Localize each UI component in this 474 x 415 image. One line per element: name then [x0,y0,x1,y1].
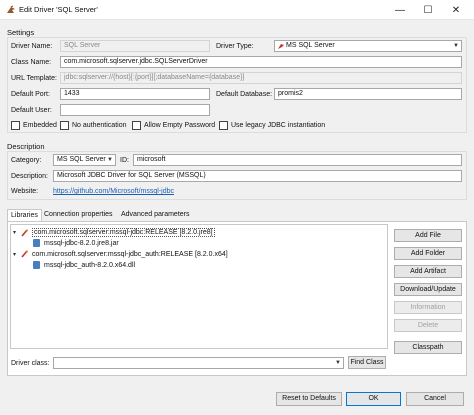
no-authentication-checkbox-label: No authentication [72,122,127,129]
category-label: Category: [11,157,42,164]
delete-button[interactable]: Delete [394,319,462,332]
find-class-button-label: Find Class [350,359,384,366]
driver-class-select[interactable]: ▼ [53,357,344,369]
information-button[interactable]: Information [394,301,462,314]
maven-artifact-icon [21,228,28,237]
maximize-icon: ☐ [423,4,433,16]
default-port-label: Default Port: [11,91,50,98]
legacy-jdbc-checkbox-box[interactable] [219,121,228,130]
minimize-icon: — [395,4,405,16]
no-authentication-checkbox-box[interactable] [60,121,69,130]
description-label: Description: [11,173,48,180]
classpath-button-label: Classpath [412,344,444,351]
download-update-button[interactable]: Download/Update [394,283,462,296]
class-name-field[interactable]: com.microsoft.sqlserver.jdbc.SQLServerDr… [60,56,462,68]
embedded-checkbox-box[interactable] [11,121,20,130]
tab-advanced-parameters[interactable]: Advanced parameters [118,209,192,221]
minimize-button[interactable]: — [386,0,414,20]
reset-button-label: Reset to Defaults [282,395,336,402]
tab-connection-properties[interactable]: Connection properties [41,209,116,221]
tree-row[interactable]: mssql-jdbc-8.2.0.jre8.jar [33,239,119,247]
driver-type-label: Driver Type: [216,43,254,50]
chevron-down-icon: ▼ [453,43,459,49]
close-button[interactable]: ✕ [442,0,470,20]
cancel-button[interactable]: Cancel [406,392,464,406]
tree-row[interactable]: ▾ com.microsoft.sqlserver:mssql-jdbc:REL… [13,228,215,237]
chevron-down-icon: ▼ [335,360,341,366]
driver-type-value: MS SQL Server [286,42,335,49]
delete-button-label: Delete [417,322,439,329]
jar-file-icon [33,239,40,247]
category-value: MS SQL Server [57,156,106,163]
title-bar: Edit Driver 'SQL Server' — ☐ ✕ [0,0,474,20]
driver-name-field[interactable]: SQL Server [60,40,210,52]
default-port-field[interactable]: 1433 [60,88,210,100]
libraries-tree[interactable]: ▾ com.microsoft.sqlserver:mssql-jdbc:REL… [10,224,388,349]
information-button-label: Information [410,304,446,311]
ok-button[interactable]: OK [346,392,401,406]
library-name: com.microsoft.sqlserver:mssql-jdbc_auth:… [32,250,228,258]
classpath-button[interactable]: Classpath [394,341,462,354]
id-field[interactable]: microsoft [133,154,462,166]
sqlserver-icon [278,44,284,49]
legacy-jdbc-checkbox-label: Use legacy JDBC instantiation [231,122,326,129]
cancel-button-label: Cancel [424,395,446,402]
collapse-icon[interactable]: ▾ [13,251,21,258]
website-label: Website: [11,188,39,195]
chevron-down-icon: ▼ [107,157,113,163]
find-class-button[interactable]: Find Class [348,356,386,369]
legacy-jdbc-checkbox[interactable]: Use legacy JDBC instantiation [219,121,325,130]
library-file-name: mssql-jdbc-8.2.0.jre8.jar [44,239,119,247]
maven-artifact-icon [21,250,28,258]
add-file-button-label: Add File [415,232,441,239]
embedded-checkbox[interactable]: Embedded [11,121,57,130]
maximize-button[interactable]: ☐ [414,0,442,20]
reset-to-defaults-button[interactable]: Reset to Defaults [276,392,342,406]
allow-empty-password-checkbox-label: Allow Empty Password [144,122,216,129]
driver-name-label: Driver Name: [11,43,53,50]
default-user-label: Default User: [11,107,52,114]
download-update-button-label: Download/Update [400,286,456,293]
settings-section-label: Settings [7,28,35,37]
no-authentication-checkbox[interactable]: No authentication [60,121,126,130]
allow-empty-password-checkbox[interactable]: Allow Empty Password [132,121,215,130]
add-artifact-button-label: Add Artifact [410,268,446,275]
description-section-label: Description [7,142,45,151]
default-database-field[interactable]: promis2 [274,88,462,100]
close-icon: ✕ [451,4,461,16]
description-field[interactable]: Microsoft JDBC Driver for SQL Server (MS… [53,170,462,182]
add-file-button[interactable]: Add File [394,229,462,242]
category-select[interactable]: MS SQL Server ▼ [53,154,116,166]
default-database-label: Default Database: [216,91,273,98]
window-title: Edit Driver 'SQL Server' [19,5,98,14]
driver-class-label: Driver class: [11,360,50,367]
dbeaver-logo-icon [7,5,15,13]
library-name: com.microsoft.sqlserver:mssql-jdbc:RELEA… [32,228,215,237]
ok-button-label: OK [368,395,379,402]
embedded-checkbox-label: Embedded [23,122,57,129]
collapse-icon[interactable]: ▾ [13,229,21,236]
dll-file-icon [33,261,40,269]
url-template-label: URL Template: [11,75,57,82]
tree-row[interactable]: mssql-jdbc_auth-8.2.0.x64.dll [33,261,135,269]
driver-type-select[interactable]: MS SQL Server ▼ [274,40,462,52]
website-link[interactable]: https://github.com/Microsoft/mssql-jdbc [53,188,174,195]
class-name-label: Class Name: [11,59,52,66]
add-folder-button-label: Add Folder [410,250,446,257]
default-user-field[interactable] [60,104,210,116]
tree-row[interactable]: ▾ com.microsoft.sqlserver:mssql-jdbc_aut… [13,250,228,258]
url-template-field[interactable]: jdbc:sqlserver://{host}[:{port}][;databa… [60,72,462,84]
id-label: ID: [120,157,129,164]
add-folder-button[interactable]: Add Folder [394,247,462,260]
library-file-name: mssql-jdbc_auth-8.2.0.x64.dll [44,261,136,269]
add-artifact-button[interactable]: Add Artifact [394,265,462,278]
allow-empty-password-checkbox-box[interactable] [132,121,141,130]
